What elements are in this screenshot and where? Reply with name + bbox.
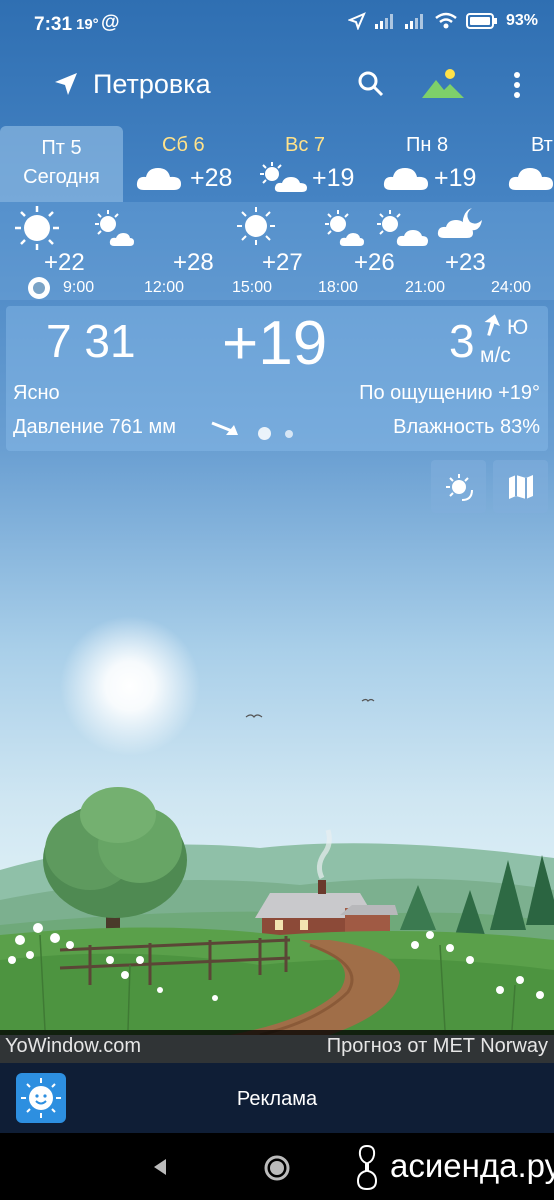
hour-temperature: +27: [262, 249, 303, 276]
current-time-marker: [28, 277, 50, 299]
day-label: Сб 6: [162, 134, 205, 156]
current-conditions-panel[interactable]: 7 31 +19 3 Ю м/с Ясно По ощущению +19° Д…: [6, 306, 548, 451]
day-label: Вт: [531, 134, 553, 156]
pressure-trend-arrow-icon: [211, 421, 238, 435]
day-tab[interactable]: Вс 7 +19: [248, 126, 372, 202]
signal-icon: [404, 14, 423, 29]
day-tab[interactable]: Сб 6 +28: [124, 126, 248, 202]
map-button[interactable]: [493, 460, 548, 513]
page-indicator-active: [258, 427, 271, 440]
bird: [361, 698, 375, 702]
wind-direction-arrow-icon: [484, 314, 500, 336]
weather-app: 7:31 19° @ 93% Петровка Пт 5 Сегодня Сб …: [0, 0, 554, 1200]
sun-moon-button[interactable]: [431, 460, 486, 513]
status-bar: 7:31 19° @ 93%: [0, 0, 554, 52]
watermark-text: асиенда.ру: [390, 1147, 554, 1184]
status-at-icon: @: [101, 12, 120, 33]
wind-unit: м/с: [480, 344, 511, 367]
wind-direction: Ю: [507, 316, 529, 339]
status-temperature: 19°: [76, 16, 99, 33]
humidity: Влажность 83%: [393, 416, 540, 438]
battery-percent: 93%: [505, 12, 538, 29]
hour-time: 9:00: [63, 279, 95, 296]
ad-banner[interactable]: Реклама: [0, 1063, 554, 1133]
sun: [60, 616, 200, 756]
sun-cloud-icon: [377, 210, 428, 246]
hour-temperature: +28: [173, 249, 214, 276]
hour-time: 12:00: [144, 279, 185, 296]
current-time: 7 31: [46, 315, 136, 367]
hour-time: 15:00: [232, 279, 273, 296]
bird: [245, 714, 263, 718]
moon-cloud-icon: [437, 208, 482, 238]
sun-cloud-icon: [325, 210, 364, 246]
sun-moon-icon: [445, 473, 473, 501]
condition-text: Ясно: [13, 382, 60, 404]
pressure: Давление 761 мм: [13, 416, 176, 438]
daily-forecast-strip: Пт 5 Сегодня Сб 6 +28 Вс 7 +19 Пн 8 +19 …: [0, 126, 554, 202]
cloud-icon: [508, 168, 553, 190]
day-label: Пн 8: [406, 134, 449, 156]
day-temperature: +19: [312, 164, 355, 192]
hour-temperature: +26: [354, 249, 395, 276]
hour-time: 24:00: [491, 279, 532, 296]
landscape-icon[interactable]: [420, 68, 466, 100]
more-vert-icon[interactable]: [508, 70, 526, 100]
signal-icon: [374, 14, 393, 29]
status-icons: 93%: [347, 12, 538, 30]
hourly-forecast[interactable]: +22 +28 +27 +26 +23 9:00 12:00 15:00 18:…: [0, 202, 554, 300]
hour-time: 18:00: [318, 279, 359, 296]
credits-bar: YoWindow.com Прогноз от MET Norway: [0, 1030, 554, 1063]
ad-label: Реклама: [236, 1088, 318, 1110]
location-arrow-icon: [347, 12, 366, 30]
home-icon[interactable]: [263, 1154, 291, 1182]
day-tab-today[interactable]: Пт 5 Сегодня: [0, 126, 123, 202]
day-temperature: +28: [190, 164, 233, 192]
page-indicator: [285, 430, 293, 438]
current-temperature: +19: [222, 309, 328, 378]
day-subtitle: Сегодня: [23, 166, 100, 188]
cloud-icon: [136, 168, 181, 190]
back-icon[interactable]: [150, 1157, 170, 1177]
forecast-source[interactable]: Прогноз от MET Norway: [327, 1035, 548, 1058]
search-icon[interactable]: [357, 70, 385, 98]
day-label: Вс 7: [285, 134, 326, 156]
status-time: 7:31: [34, 14, 73, 35]
navigation-arrow-icon[interactable]: [52, 70, 80, 98]
day-label: Пт 5: [41, 137, 82, 159]
toolbar: Петровка: [0, 56, 554, 114]
hour-time: 21:00: [405, 279, 446, 296]
yowindow-link[interactable]: YoWindow.com: [5, 1035, 141, 1058]
map-icon: [508, 474, 533, 499]
system-navigation-bar: асиенда.ру: [0, 1133, 554, 1200]
day-temperature: +19: [434, 164, 477, 192]
wind-speed: 3: [449, 315, 475, 367]
watermark-logo-icon: [356, 1144, 378, 1191]
feels-like: По ощущению +19°: [359, 382, 540, 404]
day-tab[interactable]: Пн 8 +19: [372, 126, 496, 202]
wifi-icon: [435, 12, 457, 29]
sun-icon: [237, 207, 275, 245]
day-tab[interactable]: Вт: [496, 126, 554, 202]
sun-icon: [15, 206, 59, 250]
sun-cloud-icon: [260, 162, 307, 192]
hour-temperature: +23: [445, 249, 486, 276]
sun-cloud-icon: [95, 210, 134, 246]
battery-icon: [465, 13, 497, 29]
hour-temperature: +22: [44, 249, 85, 276]
location-name[interactable]: Петровка: [93, 69, 211, 100]
cloud-icon: [383, 168, 428, 190]
